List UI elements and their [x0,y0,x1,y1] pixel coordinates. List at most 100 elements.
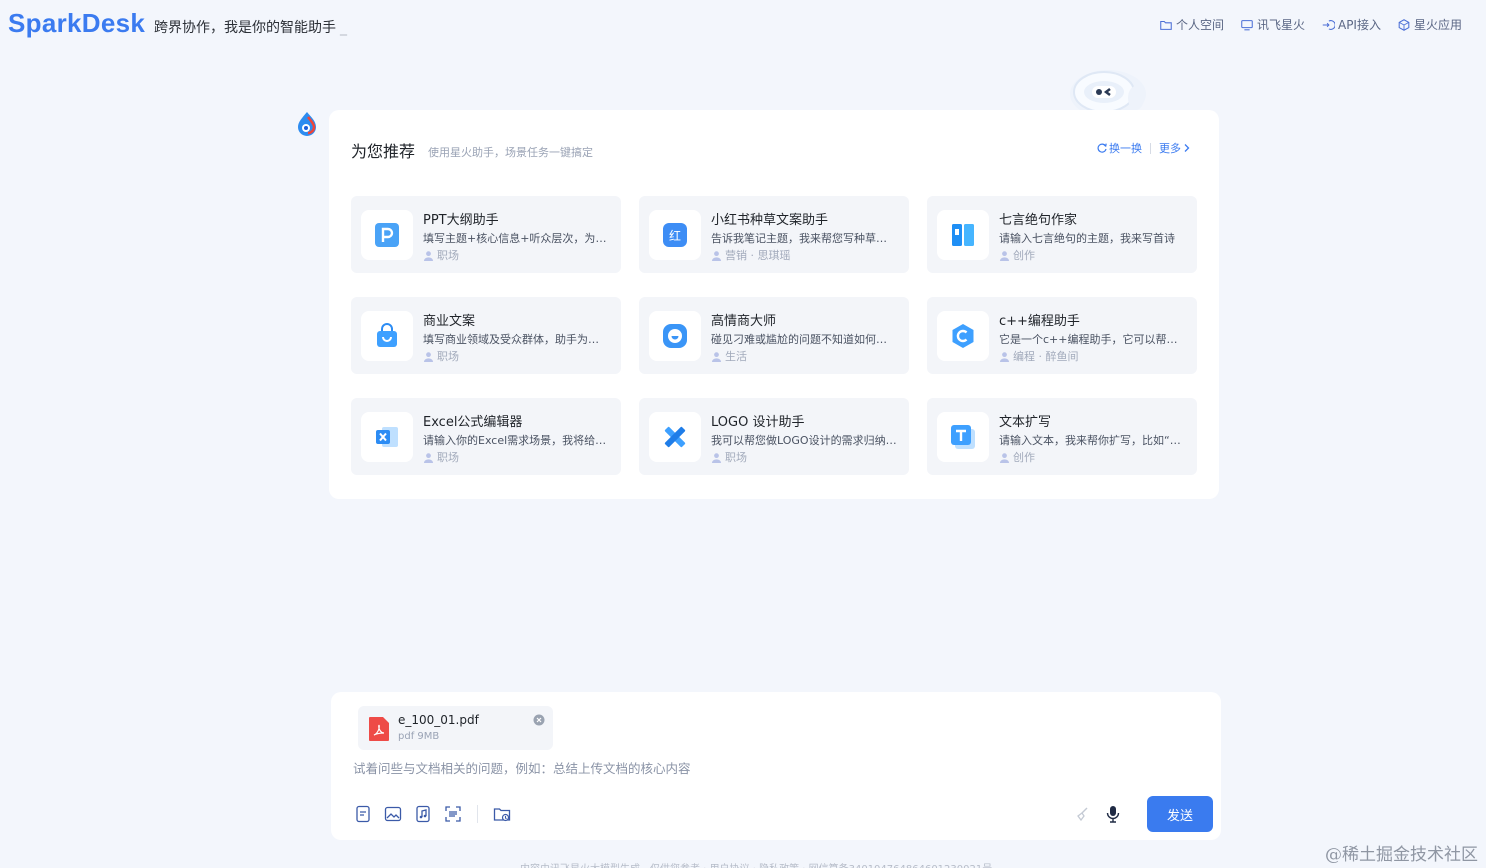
nav-api-access[interactable]: API接入 [1321,16,1381,33]
input-toolbar [353,804,512,824]
footer-text: 内容由讯飞星火大模型生成，仅供您参考 · 用户协议 · 隐私政策 · 网信算备3… [520,860,992,868]
smile-icon [663,324,687,348]
assistant-tags: 编程 · 醉鱼间 [999,348,1079,364]
cpp-icon [952,324,974,348]
send-button[interactable]: 发送 [1147,796,1213,832]
assistant-name: Excel公式编辑器 [423,415,523,430]
tile-icon-box [361,210,413,260]
assistant-card-excel[interactable]: Excel公式编辑器 请输入你的Excel需求场景，我将给出公式 职场 [351,398,621,475]
nav-spark-apps[interactable]: 星火应用 [1397,16,1462,33]
input-right-tools: 发送 [1073,796,1213,832]
assistant-name: 文本扩写 [999,415,1052,430]
assistant-desc: 请输入文本，我来帮你扩写，比如“今天天气真好” [999,434,1185,447]
nav-label: 讯飞星火 [1256,18,1305,32]
assistant-tags: 生活 [711,348,747,364]
svg-text:红: 红 [669,228,681,243]
nav-personal-space[interactable]: 个人空间 [1159,16,1224,33]
assistant-card-poem[interactable]: 七言绝句作家 请输入七言绝句的主题，我来写首诗 创作 [927,196,1197,273]
toolbar-divider [477,805,478,823]
person-icon [711,452,722,463]
chevron-right-icon[interactable] [1183,143,1191,153]
slogan: 跨界协作，我是你的智能助手 _ [154,17,347,37]
assistant-desc: 它是一个c++编程助手，它可以帮你解答问题 [999,333,1185,346]
chat-input-card: e_100_01.pdf pdf 9MB 发送 [331,692,1221,840]
recommend-card: 为您推荐 使用星火助手，场景任务一键搞定 换一换 更多 PPT大纲助手 填写主题… [329,110,1219,499]
header: SparkDesk 跨界协作，我是你的智能助手 _ 个人空间 讯飞星火 API接入… [0,0,1486,52]
assistant-tags: 职场 [423,247,459,263]
upload-document-button[interactable] [353,804,373,824]
tile-icon-box [937,210,989,260]
tag-text: 创作 [1013,451,1035,464]
top-nav: 个人空间 讯飞星火 API接入 星火应用 [1159,16,1462,33]
tile-icon-box [361,412,413,462]
more-button[interactable]: 更多 [1159,140,1181,156]
assistant-desc: 请输入七言绝句的主题，我来写首诗 [999,232,1175,245]
tile-icon-box: 红 [649,210,701,260]
tile-icon-box [649,412,701,462]
api-plug-icon [1322,19,1335,30]
tag-text: 生活 [725,350,747,363]
person-icon [423,250,434,261]
audio-file-icon [416,805,430,823]
scan-button[interactable] [443,804,463,824]
assistant-card-logo-design[interactable]: LOGO 设计助手 我可以帮您做LOGO设计的需求归纳整理 职场 [639,398,909,475]
tag-text: 职场 [437,451,459,464]
document-icon [356,805,370,823]
assistant-grid: PPT大纲助手 填写主题+核心信息+听众层次，为你生成PPT大纲 职场 红 小红… [351,196,1197,475]
person-icon [423,351,434,362]
uploaded-file-chip[interactable]: e_100_01.pdf pdf 9MB [358,706,553,750]
assistant-tags: 职场 [423,449,459,465]
assistant-card-business-copy[interactable]: 商业文案 填写商业领域及受众群体，助手为你生成文案 职场 [351,297,621,374]
refresh-button[interactable]: 换一换 [1109,140,1142,156]
prompt-input[interactable] [353,758,1193,778]
assistant-tags: 职场 [423,348,459,364]
folder-upload-icon [493,808,511,822]
assistant-card-xiaohongshu[interactable]: 红 小红书种草文案助手 告诉我笔记主题，我来帮您写种草文案 营销 · 思琪瑶 [639,196,909,273]
assistant-desc: 告诉我笔记主题，我来帮您写种草文案 [711,232,897,245]
pdf-file-icon [369,717,389,741]
broom-icon [1077,807,1088,822]
person-icon [999,250,1010,261]
person-icon [999,452,1010,463]
remove-file-icon[interactable] [533,714,545,726]
watermark: @稀土掘金技术社区 [1325,845,1478,865]
refresh-icon[interactable] [1097,143,1107,153]
tag-text: 编程 · 醉鱼间 [1013,350,1079,363]
upload-folder-button[interactable] [492,804,512,824]
assistant-desc: 我可以帮您做LOGO设计的需求归纳整理 [711,434,897,447]
assistant-tags: 创作 [999,449,1035,465]
assistant-name: PPT大纲助手 [423,213,499,228]
image-icon [384,806,402,822]
tile-icon-box [361,311,413,361]
assistant-card-text-expand[interactable]: 文本扩写 请输入文本，我来帮你扩写，比如“今天天气真好” 创作 [927,398,1197,475]
sparkdesk-logo[interactable]: SparkDesk [8,8,145,39]
assistant-desc: 请输入你的Excel需求场景，我将给出公式 [423,434,609,447]
nav-label: API接入 [1337,18,1381,32]
divider [1150,142,1151,154]
tag-text: 创作 [1013,249,1035,262]
clear-button[interactable] [1073,804,1093,824]
assistant-card-cpp[interactable]: c++编程助手 它是一个c++编程助手，它可以帮你解答问题 编程 · 醉鱼间 [927,297,1197,374]
tag-text: 职场 [437,350,459,363]
assistant-desc: 填写主题+核心信息+听众层次，为你生成PPT大纲 [423,232,609,245]
upload-image-button[interactable] [383,804,403,824]
scan-icon [445,806,461,822]
assistant-card-ppt[interactable]: PPT大纲助手 填写主题+核心信息+听众层次，为你生成PPT大纲 职场 [351,196,621,273]
assistant-desc: 碰见刁难或尴尬的问题不知道如何回答 [711,333,897,346]
ppt-icon [375,223,399,247]
tile-icon-box [649,311,701,361]
file-name: e_100_01.pdf [398,713,479,727]
voice-input-button[interactable] [1103,804,1123,824]
monitor-icon [1241,19,1253,30]
excel-icon [376,427,398,447]
cube-icon [1398,18,1410,31]
assistant-name: LOGO 设计助手 [711,415,805,430]
upload-audio-button[interactable] [413,804,433,824]
typing-cursor: _ [340,20,347,36]
nav-iflytek-spark[interactable]: 讯飞星火 [1240,16,1305,33]
assistant-name: 商业文案 [423,314,476,329]
assistant-card-eq-master[interactable]: 高情商大师 碰见刁难或尴尬的问题不知道如何回答 生活 [639,297,909,374]
assistant-tags: 营销 · 思琪瑶 [711,247,791,263]
file-meta: pdf 9MB [398,731,440,742]
assistant-tags: 职场 [711,449,747,465]
